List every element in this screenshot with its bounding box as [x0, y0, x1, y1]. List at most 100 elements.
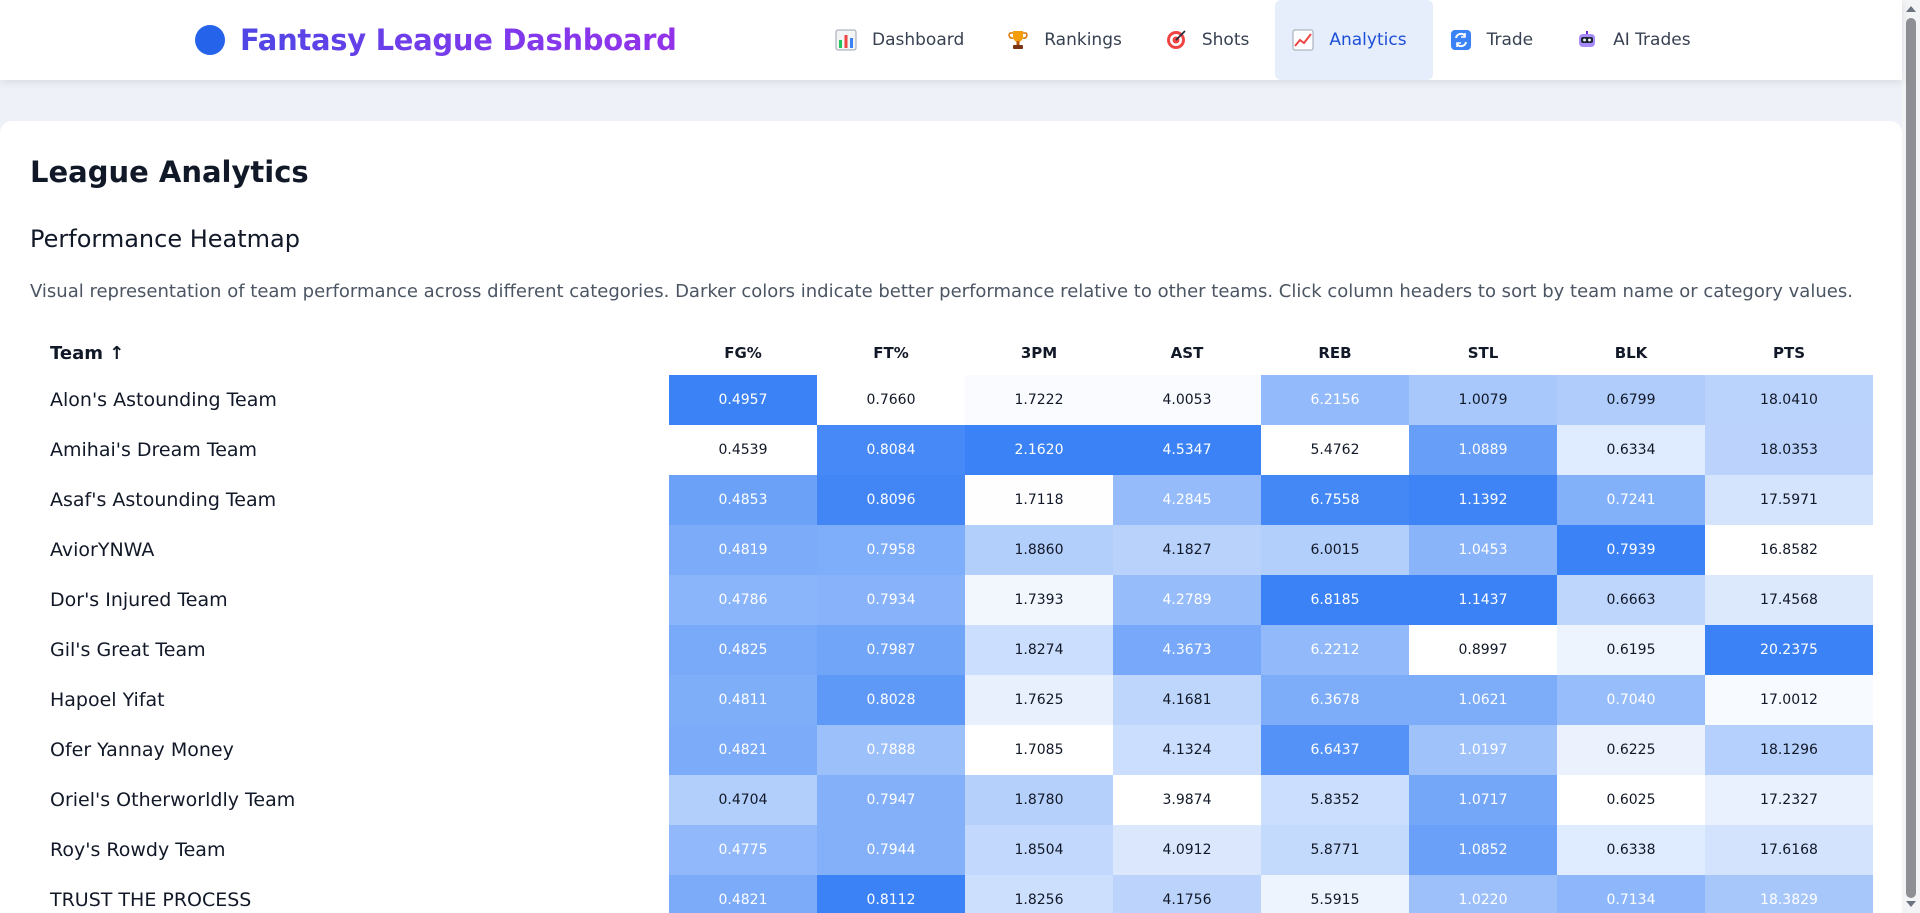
top-navbar: Fantasy League Dashboard Dashboard Rankin…	[0, 0, 1902, 80]
scroll-down-icon[interactable]	[1906, 901, 1916, 907]
section-description: Visual representation of team performanc…	[30, 281, 1853, 302]
nav-item-rankings[interactable]: Rankings	[990, 0, 1148, 80]
heatmap-cell: 0.6663	[1557, 575, 1705, 625]
heatmap-cell: 17.5971	[1705, 475, 1873, 525]
heatmap-cell: 0.4957	[669, 375, 817, 425]
heatmap-cell: 0.8028	[817, 675, 965, 725]
nav-item-label: Dashboard	[872, 30, 965, 50]
heatmap-cell: 0.4811	[669, 675, 817, 725]
column-header-reb[interactable]: REB	[1261, 331, 1409, 375]
table-row: Hapoel Yifat 0.4811 0.8028 1.7625 4.1681 6.36…	[30, 675, 1873, 725]
nav-item-label: Trade	[1486, 30, 1534, 50]
heatmap-cell: 1.8860	[965, 525, 1113, 575]
nav-item-analytics[interactable]: Analytics	[1275, 0, 1433, 80]
nav-item-label: AI Trades	[1613, 30, 1691, 50]
heatmap-cell: 6.8185	[1261, 575, 1409, 625]
table-row: Asaf's Astounding Team 0.4853 0.8096 1.7118…	[30, 475, 1873, 525]
heatmap-cell: 5.5915	[1261, 875, 1409, 913]
heatmap-cell: 0.7134	[1557, 875, 1705, 913]
heatmap-cell: 0.7958	[817, 525, 965, 575]
performance-heatmap-table: Team ↑ FG% FT% 3PM AST REB STL BLK PTS Alon's A…	[30, 331, 1873, 913]
heatmap-cell: 4.0053	[1113, 375, 1261, 425]
page-title: League Analytics	[30, 155, 309, 189]
column-header-stl[interactable]: STL	[1409, 331, 1557, 375]
heatmap-cell: 0.4786	[669, 575, 817, 625]
heatmap-cell: 5.4762	[1261, 425, 1409, 475]
heatmap-cell: 1.8780	[965, 775, 1113, 825]
heatmap-cell: 0.4775	[669, 825, 817, 875]
heatmap-cell: 1.7222	[965, 375, 1113, 425]
heatmap-cell: 0.7040	[1557, 675, 1705, 725]
heatmap-cell: 17.4568	[1705, 575, 1873, 625]
heatmap-cell: 0.6025	[1557, 775, 1705, 825]
heatmap-cell: 1.0220	[1409, 875, 1557, 913]
column-header-ast[interactable]: AST	[1113, 331, 1261, 375]
table-row: TRUST THE PROCESS 0.4821 0.8112 1.8256 4.175…	[30, 875, 1873, 913]
column-header-blk[interactable]: BLK	[1557, 331, 1705, 375]
heatmap-cell: 0.7660	[817, 375, 965, 425]
brand[interactable]: Fantasy League Dashboard	[195, 0, 677, 80]
nav-item-ai-trades[interactable]: AI Trades	[1559, 0, 1716, 80]
column-header-3pm[interactable]: 3PM	[965, 331, 1113, 375]
table-row: Ofer Yannay Money 0.4821 0.7888 1.7085 4.132…	[30, 725, 1873, 775]
trend-chart-icon	[1291, 28, 1315, 52]
heatmap-cell: 0.7944	[817, 825, 965, 875]
heatmap-cell: 4.1827	[1113, 525, 1261, 575]
heatmap-cell: 1.8274	[965, 625, 1113, 675]
heatmap-cell: 6.2212	[1261, 625, 1409, 675]
target-icon	[1164, 28, 1188, 52]
heatmap-cell: 4.1756	[1113, 875, 1261, 913]
heatmap-cell: 0.4704	[669, 775, 817, 825]
table-row: Oriel's Otherworldly Team 0.4704 0.7947 1.8…	[30, 775, 1873, 825]
nav-item-dashboard[interactable]: Dashboard	[818, 0, 990, 80]
heatmap-cell: 17.6168	[1705, 825, 1873, 875]
robot-icon	[1575, 28, 1599, 52]
scroll-up-icon[interactable]	[1906, 6, 1916, 12]
brand-title: Fantasy League Dashboard	[240, 23, 677, 57]
heatmap-cell: 1.7085	[965, 725, 1113, 775]
column-header-pts[interactable]: PTS	[1705, 331, 1873, 375]
page-scrollbar[interactable]	[1902, 0, 1920, 913]
heatmap-cell: 1.7393	[965, 575, 1113, 625]
scroll-thumb[interactable]	[1906, 18, 1916, 898]
team-name-cell: Hapoel Yifat	[50, 689, 165, 711]
table-row: Dor's Injured Team 0.4786 0.7934 1.7393 4.27…	[30, 575, 1873, 625]
heatmap-cell: 6.0015	[1261, 525, 1409, 575]
nav-item-label: Rankings	[1044, 30, 1122, 50]
heatmap-cell: 1.0852	[1409, 825, 1557, 875]
heatmap-cell: 4.5347	[1113, 425, 1261, 475]
table-row: Alon's Astounding Team 0.4957 0.7660 1.7222…	[30, 375, 1873, 425]
nav-item-trade[interactable]: Trade	[1433, 0, 1560, 80]
heatmap-cell: 1.0197	[1409, 725, 1557, 775]
swap-icon	[1449, 28, 1473, 52]
heatmap-cell: 1.8504	[965, 825, 1113, 875]
heatmap-cell: 0.7888	[817, 725, 965, 775]
heatmap-cell: 16.8582	[1705, 525, 1873, 575]
brand-logo-icon	[195, 25, 225, 55]
table-row: AviorYNWA 0.4819 0.7958 1.8860 4.1827 6.0015 1…	[30, 525, 1873, 575]
team-name-cell: Roy's Rowdy Team	[50, 839, 226, 861]
heatmap-cell: 3.9874	[1113, 775, 1261, 825]
team-name-cell: Ofer Yannay Money	[50, 739, 234, 761]
column-header-fg-pct[interactable]: FG%	[669, 331, 817, 375]
heatmap-cell: 0.6338	[1557, 825, 1705, 875]
heatmap-cell: 6.2156	[1261, 375, 1409, 425]
heatmap-cell: 4.3673	[1113, 625, 1261, 675]
column-header-ft-pct[interactable]: FT%	[817, 331, 965, 375]
team-column-header[interactable]: Team ↑	[30, 331, 669, 375]
heatmap-cell: 17.0012	[1705, 675, 1873, 725]
table-header-row: Team ↑ FG% FT% 3PM AST REB STL BLK PTS	[30, 331, 1873, 375]
heatmap-cell: 1.0889	[1409, 425, 1557, 475]
heatmap-cell: 0.6195	[1557, 625, 1705, 675]
heatmap-cell: 0.8112	[817, 875, 965, 913]
heatmap-cell: 18.1296	[1705, 725, 1873, 775]
heatmap-cell: 6.3678	[1261, 675, 1409, 725]
team-name-cell: AviorYNWA	[50, 539, 155, 561]
nav-item-shots[interactable]: Shots	[1148, 0, 1276, 80]
nav-item-label: Shots	[1201, 30, 1250, 50]
heatmap-cell: 0.6334	[1557, 425, 1705, 475]
team-name-cell: Alon's Astounding Team	[50, 389, 277, 411]
heatmap-cell: 0.4821	[669, 875, 817, 913]
heatmap-cell: 6.7558	[1261, 475, 1409, 525]
heatmap-cell: 0.4853	[669, 475, 817, 525]
